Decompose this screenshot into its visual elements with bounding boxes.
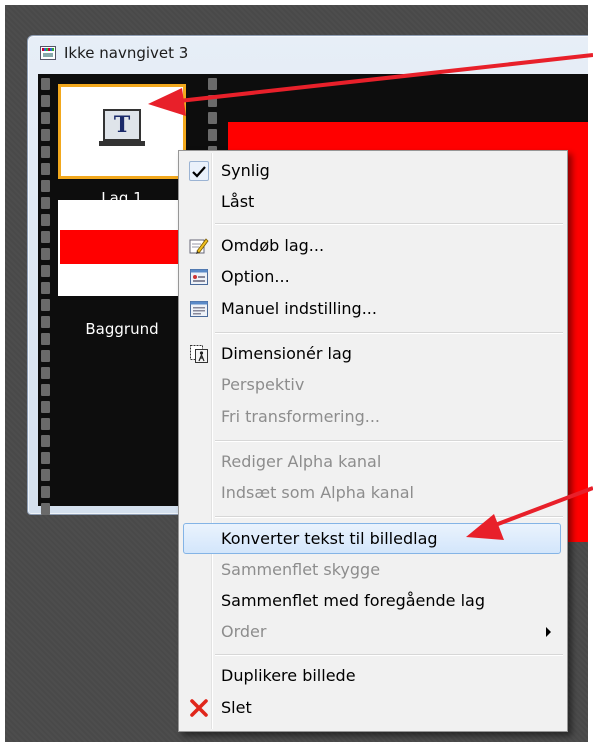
background-preview <box>60 230 184 264</box>
film-sprocket <box>208 95 217 107</box>
layer-thumbnail-baggrund[interactable] <box>58 200 186 296</box>
film-sprocket <box>41 401 50 413</box>
film-sprocket <box>41 248 50 260</box>
film-sprocket <box>41 231 50 243</box>
menu-separator <box>215 440 563 442</box>
film-sprocket <box>41 163 50 175</box>
menu-item-manuel-indstilling[interactable]: Manuel indstilling... <box>183 295 561 323</box>
menu-separator <box>215 223 563 225</box>
film-sprocket <box>41 112 50 124</box>
text-layer-icon: T <box>103 109 141 141</box>
film-sprocket <box>41 452 50 464</box>
text-layer-icon-base <box>99 141 145 146</box>
film-sprocket <box>41 469 50 481</box>
delete-x-icon <box>189 698 209 718</box>
menu-item-fri-transformering[interactable]: Fri transformering... <box>183 403 561 431</box>
menu-item-dimensioner-lag[interactable]: Dimensionér lag <box>183 340 561 368</box>
film-sprocket <box>41 78 50 90</box>
film-sprocket <box>41 435 50 447</box>
document-window-icon <box>40 46 56 60</box>
menu-item-slet[interactable]: Slet <box>183 694 561 722</box>
film-sprocket <box>41 316 50 328</box>
menu-separator <box>215 516 563 518</box>
menu-item-order[interactable]: Order <box>183 618 561 646</box>
film-sprocket <box>41 180 50 192</box>
menu-separator <box>215 654 563 656</box>
film-sprocket <box>41 146 50 158</box>
film-sprocket <box>208 129 217 141</box>
film-sprocket <box>41 333 50 345</box>
film-sprocket <box>41 299 50 311</box>
menu-item-sammenflet-skygge[interactable]: Sammenflet skygge <box>183 556 561 584</box>
menu-separator <box>215 332 563 334</box>
menu-item-laast[interactable]: Låst <box>183 188 561 216</box>
layer-label-baggrund[interactable]: Baggrund <box>52 320 192 338</box>
film-sprocket <box>41 197 50 209</box>
manual-setting-icon <box>189 299 209 319</box>
film-sprocket <box>41 214 50 226</box>
film-sprocket <box>41 350 50 362</box>
film-sprocket <box>41 418 50 430</box>
film-sprocket <box>41 95 50 107</box>
film-sprocket <box>208 112 217 124</box>
menu-item-indsaet-som-alpha-kanal[interactable]: Indsæt som Alpha kanal <box>183 479 561 507</box>
film-sprocket <box>41 503 50 515</box>
film-sprocket <box>41 282 50 294</box>
film-sprocket <box>41 384 50 396</box>
film-sprocket <box>41 367 50 379</box>
layer-context-menu: Synlig Låst Omdøb lag... Option... Manue… <box>178 150 568 732</box>
submenu-arrow-icon <box>546 627 551 637</box>
option-icon <box>189 267 209 287</box>
menu-item-omdoeb-lag[interactable]: Omdøb lag... <box>183 232 561 260</box>
menu-item-option[interactable]: Option... <box>183 263 561 291</box>
film-sprocket <box>41 265 50 277</box>
layer-thumbnail-lag-1[interactable]: T <box>58 84 186 179</box>
film-sprocket <box>41 486 50 498</box>
rename-icon <box>189 236 209 256</box>
window-title: Ikke navngivet 3 <box>64 44 189 62</box>
film-sprocket <box>41 129 50 141</box>
menu-item-konverter-tekst-til-billedlag[interactable]: Konverter tekst til billedlag <box>183 523 561 554</box>
menu-item-duplikere-billede[interactable]: Duplikere billede <box>183 662 561 690</box>
film-sprocket <box>208 78 217 90</box>
menu-item-synlig[interactable]: Synlig <box>183 157 561 185</box>
checkmark-icon <box>189 161 209 181</box>
dimension-icon <box>189 344 209 364</box>
menu-item-perspektiv[interactable]: Perspektiv <box>183 371 561 399</box>
menu-item-rediger-alpha-kanal[interactable]: Rediger Alpha kanal <box>183 448 561 476</box>
menu-item-sammenflet-med-foregaaende-lag[interactable]: Sammenflet med foregående lag <box>183 587 561 615</box>
